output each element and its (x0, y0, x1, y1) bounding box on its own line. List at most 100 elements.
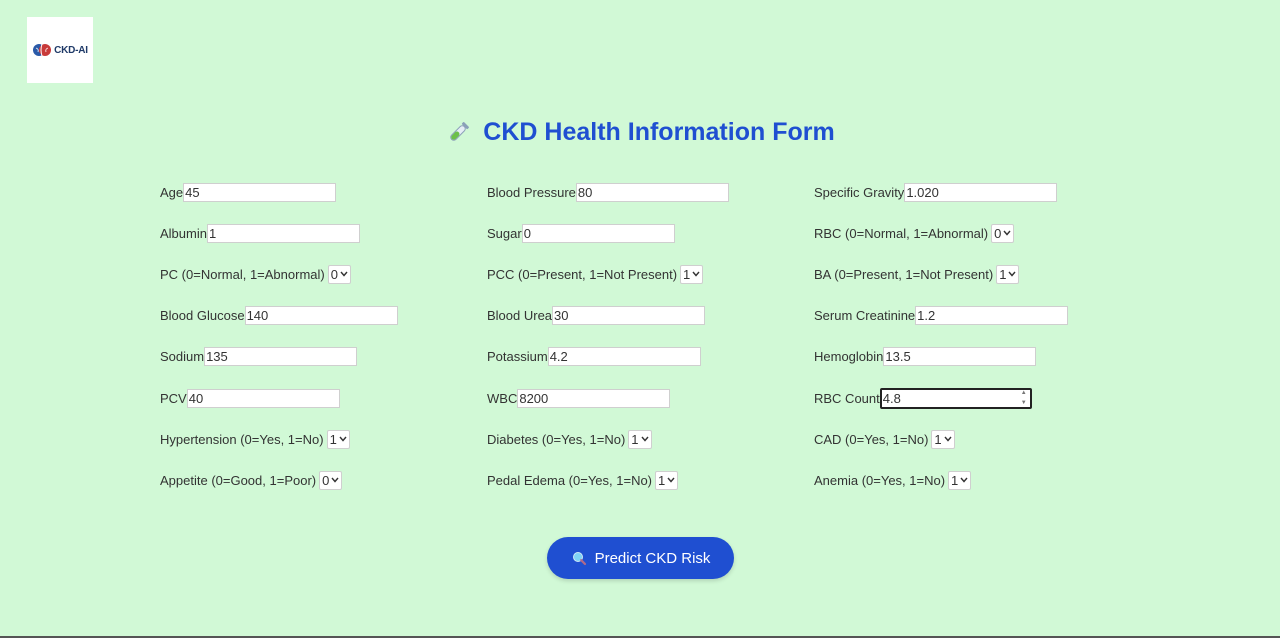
albumin-input[interactable] (206, 223, 360, 243)
pedal-edema-select[interactable]: 1 (655, 470, 679, 490)
blood-glucose-input[interactable] (244, 305, 398, 325)
diabetes-select-value: 1 (631, 431, 639, 447)
anemia-select[interactable]: 1 (948, 470, 972, 490)
pc-select[interactable]: 0 (327, 264, 351, 284)
blood-urea-label: Blood Urea (487, 307, 553, 323)
rbc-select-value: 0 (994, 225, 1002, 241)
pcc-select-value: 1 (683, 266, 691, 282)
predict-button-label: Predict CKD Risk (594, 549, 711, 567)
serum-creatinine-label: Serum Creatinine (814, 307, 916, 323)
blood-pressure-field: Blood Pressure (487, 181, 729, 203)
anemia-field: Anemia (0=Yes, 1=No) 1 (814, 469, 972, 491)
number-spinner[interactable]: ▲ ▼ (1020, 390, 1028, 407)
diabetes-field: Diabetes (0=Yes, 1=No) 1 (487, 428, 652, 450)
wbc-label: WBC (487, 390, 518, 406)
appetite-select[interactable]: 0 (319, 470, 343, 490)
appetite-label: Appetite (0=Good, 1=Poor) (160, 472, 317, 488)
ba-select-value: 1 (999, 266, 1007, 282)
anemia-label: Anemia (0=Yes, 1=No) (814, 472, 946, 488)
ba-field: BA (0=Present, 1=Not Present) 1 (814, 263, 1020, 285)
pcc-select[interactable]: 1 (680, 264, 704, 284)
serum-creatinine-input[interactable] (915, 305, 1069, 325)
pc-label: PC (0=Normal, 1=Abnormal) (160, 266, 325, 282)
blood-urea-input[interactable] (552, 305, 706, 325)
potassium-field: Potassium (487, 345, 701, 367)
pcv-field: PCV (160, 387, 340, 409)
blood-pressure-input[interactable] (575, 182, 729, 202)
pcc-label: PCC (0=Present, 1=Not Present) (487, 266, 678, 282)
appetite-field: Appetite (0=Good, 1=Poor) 0 (160, 469, 343, 491)
sugar-label: Sugar (487, 225, 522, 241)
pcc-field: PCC (0=Present, 1=Not Present) 1 (487, 263, 704, 285)
sodium-input[interactable] (204, 346, 358, 366)
form-row: PC (0=Normal, 1=Abnormal) 0 PCC (0=Prese… (0, 263, 1280, 285)
cad-label: CAD (0=Yes, 1=No) (814, 431, 929, 447)
chevron-down-icon (1003, 230, 1011, 236)
sugar-input[interactable] (521, 223, 675, 243)
age-input[interactable] (183, 182, 337, 202)
diabetes-select[interactable]: 1 (628, 429, 652, 449)
rbc-count-label: RBC Count (814, 390, 880, 406)
form-row: PCV WBC RBC Count ▲ ▼ (0, 387, 1280, 409)
predict-button[interactable]: Predict CKD Risk (547, 537, 734, 579)
ba-select[interactable]: 1 (996, 264, 1020, 284)
cad-select[interactable]: 1 (931, 429, 955, 449)
chevron-down-icon (667, 477, 675, 483)
hemoglobin-input[interactable] (883, 346, 1037, 366)
specific-gravity-field: Specific Gravity (814, 181, 1058, 203)
pc-select-value: 0 (330, 266, 338, 282)
rbc-select[interactable]: 0 (991, 223, 1015, 243)
magnifier-icon (572, 552, 586, 566)
pedal-edema-field: Pedal Edema (0=Yes, 1=No) 1 (487, 469, 679, 491)
spinner-down-icon[interactable]: ▼ (1021, 400, 1027, 407)
wbc-input[interactable] (517, 388, 671, 408)
pedal-edema-label: Pedal Edema (0=Yes, 1=No) (487, 472, 653, 488)
form-row: Blood Glucose Blood Urea Serum Creatinin… (0, 304, 1280, 326)
rbc-count-field: RBC Count ▲ ▼ (814, 387, 1032, 409)
chevron-down-icon (1008, 271, 1016, 277)
sodium-label: Sodium (160, 348, 205, 364)
test-tube-icon (450, 121, 470, 141)
hypertension-select[interactable]: 1 (326, 429, 350, 449)
form-row: Albumin Sugar RBC (0=Normal, 1=Abnormal)… (0, 222, 1280, 244)
hypertension-select-value: 1 (329, 431, 337, 447)
pcv-input[interactable] (186, 388, 340, 408)
chevron-down-icon (960, 477, 968, 483)
brain-icon (33, 43, 52, 57)
logo: CKD-AI (27, 17, 93, 83)
chevron-down-icon (340, 271, 348, 277)
pedal-edema-select-value: 1 (658, 472, 666, 488)
anemia-select-value: 1 (951, 472, 959, 488)
wbc-field: WBC (487, 387, 671, 409)
potassium-input[interactable] (547, 346, 701, 366)
form-row: Hypertension (0=Yes, 1=No) 1 Diabetes (0… (0, 428, 1280, 450)
spinner-up-icon[interactable]: ▲ (1021, 390, 1027, 397)
chevron-down-icon (331, 477, 339, 483)
hemoglobin-field: Hemoglobin (814, 345, 1037, 367)
sugar-field: Sugar (487, 222, 675, 244)
pcv-label: PCV (160, 390, 187, 406)
blood-urea-field: Blood Urea (487, 304, 706, 326)
form-row: Sodium Potassium Hemoglobin (0, 345, 1280, 367)
specific-gravity-input[interactable] (904, 182, 1058, 202)
albumin-label: Albumin (160, 225, 207, 241)
hypertension-field: Hypertension (0=Yes, 1=No) 1 (160, 428, 350, 450)
rbc-count-wrap: ▲ ▼ (879, 387, 1032, 409)
page-title-wrap: CKD Health Information Form (0, 118, 1280, 147)
page-title: CKD Health Information Form (483, 118, 835, 146)
rbc-field: RBC (0=Normal, 1=Abnormal) 0 (814, 222, 1015, 244)
blood-glucose-label: Blood Glucose (160, 307, 245, 323)
cad-field: CAD (0=Yes, 1=No) 1 (814, 428, 955, 450)
form-row: Age Blood Pressure Specific Gravity (0, 181, 1280, 203)
cad-select-value: 1 (934, 431, 942, 447)
hemoglobin-label: Hemoglobin (814, 348, 884, 364)
specific-gravity-label: Specific Gravity (814, 184, 905, 200)
chevron-down-icon (339, 436, 347, 442)
blood-glucose-field: Blood Glucose (160, 304, 398, 326)
diabetes-label: Diabetes (0=Yes, 1=No) (487, 431, 626, 447)
rbc-count-input[interactable] (879, 387, 1032, 409)
chevron-down-icon (692, 271, 700, 277)
chevron-down-icon (944, 436, 952, 442)
chevron-down-icon (640, 436, 649, 442)
blood-pressure-label: Blood Pressure (487, 184, 576, 200)
